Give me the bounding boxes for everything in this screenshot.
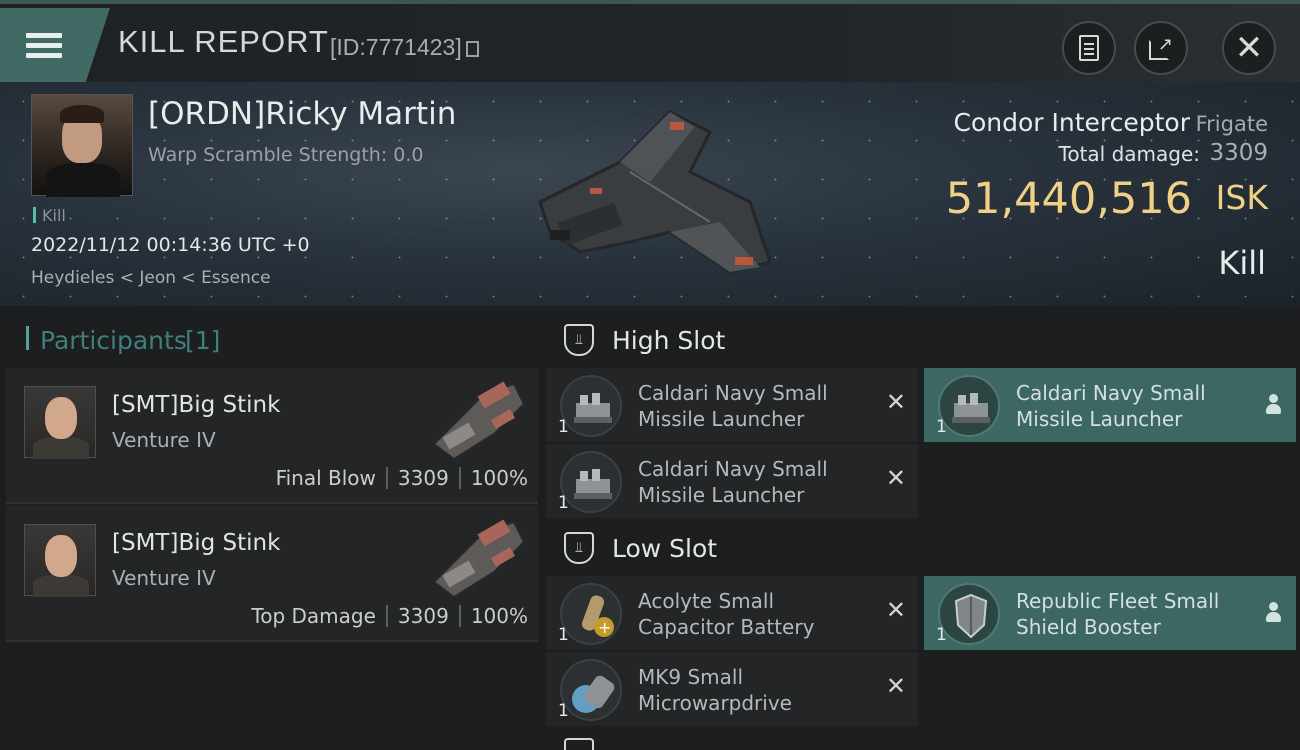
participants-title: Participants [40, 326, 187, 355]
participant-role: Top Damage [251, 604, 376, 628]
report-id[interactable]: [ID:7771423] [330, 34, 479, 61]
item-name: MK9 Small Microwarpdrive [638, 665, 792, 715]
kill-report-window: KILL REPORT [ID:7771423] ↗ ✕ [ORDN]Ricky… [0, 0, 1300, 750]
participants-header: Participants [1] [0, 306, 540, 366]
share-button[interactable]: ↗ [1134, 21, 1188, 75]
fitting-item[interactable]: 1 Caldari Navy Small Missile Launcher ✕ [546, 368, 918, 442]
close-button[interactable]: ✕ [1222, 21, 1276, 75]
hamburger-icon [26, 28, 62, 63]
missile-launcher-icon [560, 375, 622, 437]
isk-value: 51,440,516 [945, 174, 1192, 224]
warp-scramble-strength: Warp Scramble Strength: 0.0 [148, 144, 424, 166]
participant-percent: 100% [470, 466, 528, 490]
total-damage-value: 3309 [1209, 140, 1268, 166]
item-quantity: 1 [936, 625, 947, 645]
copy-icon[interactable] [465, 41, 479, 57]
fitting-item[interactable]: 1 Caldari Navy Small Missile Launcher ✕ [546, 444, 918, 518]
next-slot-header-partial [546, 728, 1300, 750]
victim-ship-class: Frigate [1195, 112, 1268, 136]
item-name: Republic Fleet Small Shield Booster [1016, 589, 1220, 639]
victim-name[interactable]: [ORDN]Ricky Martin [148, 96, 456, 132]
missile-launcher-icon [560, 451, 622, 513]
total-damage-label: Total damage: [1058, 142, 1201, 166]
destroyed-icon: ✕ [885, 388, 906, 416]
participant-stats: Top Damage 3309 100% [251, 604, 528, 628]
participant-damage: 3309 [397, 466, 449, 490]
svg-text:+: + [598, 618, 611, 637]
participant-row[interactable]: [SMT]Big Stink Venture IV Top Damage 330… [6, 506, 538, 642]
low-slot-title: Low Slot [612, 534, 718, 563]
clipboard-icon [1079, 35, 1099, 61]
fitting-item[interactable]: 1 Caldari Navy Small Missile Launcher [924, 368, 1296, 442]
slot-icon [564, 738, 594, 750]
kill-tag: Kill [33, 206, 66, 225]
item-quantity: 1 [558, 493, 569, 513]
item-name: Caldari Navy Small Missile Launcher [638, 457, 828, 507]
participant-ship: Venture IV [112, 428, 216, 452]
report-id-text: [ID:7771423] [330, 34, 462, 60]
participant-stats: Final Blow 3309 100% [276, 466, 528, 490]
item-name: Caldari Navy Small Missile Launcher [1016, 381, 1206, 431]
participant-ship-image[interactable] [424, 374, 534, 464]
dropped-person-icon [1266, 394, 1281, 416]
participant-portrait[interactable] [24, 524, 96, 597]
high-slot-header: ⫫ High Slot [546, 312, 1300, 368]
fitting-item[interactable]: 1 MK9 Small Microwarpdrive ✕ [546, 652, 918, 726]
shield-booster-icon [938, 583, 1000, 645]
victim-banner: [ORDN]Ricky Martin Warp Scramble Strengt… [0, 82, 1300, 306]
participant-name[interactable]: [SMT]Big Stink [112, 392, 280, 418]
participant-name[interactable]: [SMT]Big Stink [112, 530, 280, 556]
victim-portrait[interactable] [31, 94, 133, 197]
participant-role: Final Blow [275, 466, 376, 490]
fitting-item[interactable]: 1 Republic Fleet Small Shield Booster [924, 576, 1296, 650]
victim-ship-name[interactable]: Condor Interceptor [954, 108, 1191, 137]
destroyed-icon: ✕ [885, 672, 906, 700]
destroyed-icon: ✕ [885, 464, 906, 492]
participant-percent: 100% [470, 604, 528, 628]
title-bar: KILL REPORT [ID:7771423] ↗ ✕ [0, 0, 1300, 82]
participant-ship: Venture IV [112, 566, 216, 590]
kill-location[interactable]: Heydieles < Jeon < Essence [31, 268, 271, 288]
high-slot-title: High Slot [612, 326, 726, 355]
kill-datetime: 2022/11/12 00:14:36 UTC +0 [31, 234, 310, 256]
item-name: Acolyte Small Capacitor Battery [638, 589, 815, 639]
participant-ship-image[interactable] [424, 512, 534, 602]
close-icon: ✕ [1234, 28, 1264, 68]
participant-portrait[interactable] [24, 386, 96, 459]
external-link-icon: ↗ [1149, 36, 1173, 60]
participant-row[interactable]: [SMT]Big Stink Venture IV Final Blow 330… [6, 368, 538, 504]
low-slot-header: ⫫ Low Slot [546, 520, 1300, 576]
kill-result: Kill [1218, 244, 1266, 282]
clipboard-button[interactable] [1062, 21, 1116, 75]
low-slot-icon: ⫫ [564, 532, 594, 564]
item-quantity: 1 [558, 701, 569, 721]
isk-unit: ISK [1215, 178, 1268, 217]
capacitor-battery-icon: + [560, 583, 622, 645]
fitting-item[interactable]: + 1 Acolyte Small Capacitor Battery ✕ [546, 576, 918, 650]
missile-launcher-icon [938, 375, 1000, 437]
menu-button[interactable] [0, 8, 110, 82]
victim-ship-image[interactable] [520, 92, 780, 292]
participants-count: [1] [185, 326, 221, 355]
item-name: Caldari Navy Small Missile Launcher [638, 381, 828, 431]
page-title: KILL REPORT [118, 24, 329, 59]
participant-damage: 3309 [397, 604, 449, 628]
item-quantity: 1 [936, 417, 947, 437]
high-slot-icon: ⫫ [564, 324, 594, 356]
item-quantity: 1 [558, 417, 569, 437]
destroyed-icon: ✕ [885, 596, 906, 624]
microwarpdrive-icon [560, 659, 622, 721]
dropped-person-icon [1266, 602, 1281, 624]
item-quantity: 1 [558, 625, 569, 645]
